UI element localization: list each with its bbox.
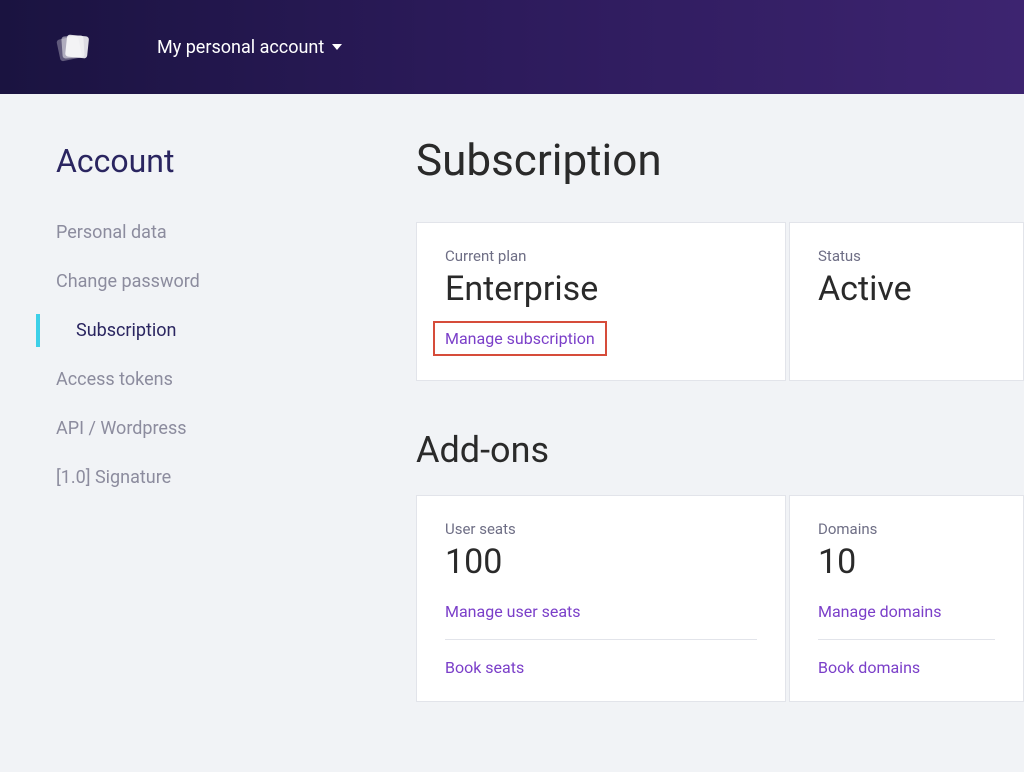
domains-card: Domains 10 Manage domains Book domains (789, 495, 1024, 702)
sidebar-item-label: Access tokens (56, 369, 173, 390)
account-dropdown[interactable]: My personal account (157, 37, 342, 58)
status-value: Active (818, 269, 995, 309)
sidebar-item-label: Change password (56, 271, 200, 292)
sidebar-item-label: Subscription (76, 320, 177, 341)
sidebar-item-signature[interactable]: [1.0] Signature (56, 453, 356, 502)
addons-cards-row: User seats 100 Manage user seats Book se… (416, 495, 1024, 702)
sidebar: Account Personal data Change password Su… (56, 142, 356, 702)
manage-user-seats-link[interactable]: Manage user seats (445, 602, 581, 621)
sidebar-item-label: API / Wordpress (56, 418, 187, 439)
logo-icon (48, 29, 96, 65)
app-header: My personal account (0, 0, 1024, 94)
domains-value: 10 (818, 542, 995, 582)
book-seats-link[interactable]: Book seats (445, 658, 524, 677)
sidebar-title: Account (56, 142, 356, 180)
domains-label: Domains (818, 520, 995, 538)
manage-domains-link[interactable]: Manage domains (818, 602, 942, 621)
sidebar-item-label: [1.0] Signature (56, 467, 171, 488)
caret-down-icon (332, 44, 342, 50)
sidebar-item-access-tokens[interactable]: Access tokens (56, 355, 356, 404)
sidebar-item-personal-data[interactable]: Personal data (56, 208, 356, 257)
status-label: Status (818, 247, 995, 265)
card-divider (445, 639, 757, 640)
addons-title: Add-ons (416, 429, 1024, 471)
current-plan-value: Enterprise (445, 269, 757, 309)
current-plan-label: Current plan (445, 247, 757, 265)
card-divider (818, 639, 995, 640)
sidebar-item-api-wordpress[interactable]: API / Wordpress (56, 404, 356, 453)
account-dropdown-label: My personal account (157, 37, 324, 58)
content-area: Account Personal data Change password Su… (0, 94, 1024, 702)
subscription-cards-row: Current plan Enterprise Manage subscript… (416, 222, 1024, 381)
sidebar-item-label: Personal data (56, 222, 167, 243)
current-plan-card: Current plan Enterprise Manage subscript… (416, 222, 786, 381)
sidebar-item-change-password[interactable]: Change password (56, 257, 356, 306)
user-seats-label: User seats (445, 520, 757, 538)
sidebar-item-subscription[interactable]: Subscription (56, 306, 356, 355)
manage-subscription-link[interactable]: Manage subscription (433, 321, 607, 356)
app-logo[interactable] (47, 22, 97, 72)
book-domains-link[interactable]: Book domains (818, 658, 920, 677)
page-title: Subscription (416, 134, 1024, 186)
main-content: Subscription Current plan Enterprise Man… (416, 142, 1024, 702)
status-card: Status Active (789, 222, 1024, 381)
user-seats-value: 100 (445, 542, 757, 582)
user-seats-card: User seats 100 Manage user seats Book se… (416, 495, 786, 702)
